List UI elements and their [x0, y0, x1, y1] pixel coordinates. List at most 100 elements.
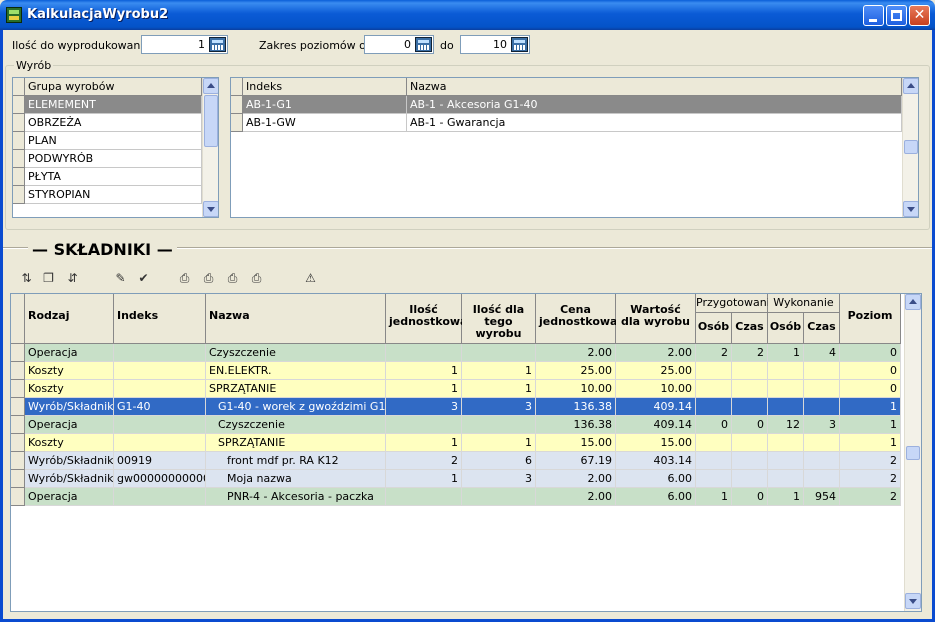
- scroll-thumb[interactable]: [204, 95, 218, 147]
- row-selector[interactable]: [13, 114, 25, 132]
- scroll-thumb[interactable]: [906, 446, 920, 460]
- move-up-icon[interactable]: ⇅: [18, 270, 35, 287]
- cell-w-osob: 12: [768, 416, 804, 434]
- products-scrollbar[interactable]: [902, 78, 918, 217]
- row-selector[interactable]: [13, 132, 25, 150]
- row-selector[interactable]: [11, 362, 25, 380]
- header-w-czas[interactable]: Czas: [804, 313, 840, 344]
- level-from-field[interactable]: 0: [364, 35, 434, 54]
- print-icon-2[interactable]: ⎙: [200, 270, 217, 287]
- cell-indeks: 00919: [114, 452, 206, 470]
- minimize-button[interactable]: [863, 5, 884, 26]
- scroll-down-button[interactable]: [203, 201, 218, 217]
- scroll-down-button[interactable]: [903, 201, 918, 217]
- group-row[interactable]: ELEMEMENT: [13, 96, 202, 114]
- check-icon[interactable]: ✔: [135, 270, 152, 287]
- header-cena[interactable]: Cena jednostkowa: [536, 294, 617, 344]
- copy-icon[interactable]: ❐: [40, 270, 57, 287]
- scroll-up-button[interactable]: [903, 78, 918, 94]
- header-wykonanie[interactable]: Wykonanie: [768, 294, 840, 313]
- group-row[interactable]: PŁYTA: [13, 168, 202, 186]
- level-to-field[interactable]: 10: [460, 35, 530, 54]
- cell-ilosc: 1: [386, 362, 462, 380]
- header-wartosc[interactable]: Wartość dla wyrobu: [616, 294, 696, 344]
- component-row[interactable]: Operacja Czyszczenie 136.38 409.14 0 0 12 3 1: [11, 416, 901, 434]
- product-row[interactable]: AB-1-GW AB-1 - Gwarancja: [231, 114, 902, 132]
- row-selector[interactable]: [11, 488, 25, 506]
- components-scrollbar[interactable]: [904, 294, 921, 611]
- print-icon-3[interactable]: ⎙: [224, 270, 241, 287]
- header-poziom[interactable]: Poziom: [840, 294, 901, 344]
- scroll-up-button[interactable]: [203, 78, 218, 94]
- row-selector[interactable]: [231, 114, 243, 132]
- component-row[interactable]: Koszty SPRZĄTANIE 1 1 10.00 10.00 0: [11, 380, 901, 398]
- header-p-czas[interactable]: Czas: [732, 313, 768, 344]
- component-row[interactable]: Wyrób/Składnik 00919 front mdf pr. RA K12 2…: [11, 452, 901, 470]
- header-indeks[interactable]: Indeks: [114, 294, 206, 344]
- print-icon[interactable]: ⎙: [176, 270, 193, 287]
- row-selector[interactable]: [11, 380, 25, 398]
- calculator-icon[interactable]: [415, 37, 432, 52]
- header-p-osob[interactable]: Osób: [696, 313, 732, 344]
- cell-wartosc: 409.14: [616, 416, 696, 434]
- products-header-nazwa[interactable]: Nazwa: [407, 78, 902, 96]
- title-bar[interactable]: KalkulacjaWyrobu2 ✕: [0, 0, 935, 30]
- qty-label: Ilość do wyprodukowania: [12, 39, 151, 52]
- row-selector[interactable]: [11, 416, 25, 434]
- tool-icon[interactable]: ⚠: [302, 270, 319, 287]
- row-selector[interactable]: [13, 96, 25, 114]
- scroll-thumb[interactable]: [904, 140, 918, 154]
- row-selector[interactable]: [11, 398, 25, 416]
- products-grid[interactable]: Indeks Nazwa AB-1-G1 AB-1 - Akcesoria G1-…: [230, 77, 919, 218]
- print-icon-4[interactable]: ⎙: [248, 270, 265, 287]
- row-selector[interactable]: [11, 470, 25, 488]
- groups-header[interactable]: Grupa wyrobów: [25, 78, 202, 96]
- group-row[interactable]: OBRZEŻA: [13, 114, 202, 132]
- group-row[interactable]: PODWYRÓB: [13, 150, 202, 168]
- groups-grid[interactable]: Grupa wyrobów ELEMEMENT OBRZEŻA PLAN PODWYR…: [12, 77, 219, 218]
- cell-nazwa: Moja nazwa: [206, 470, 386, 488]
- row-selector[interactable]: [11, 434, 25, 452]
- groups-scrollbar[interactable]: [202, 78, 218, 217]
- row-selector[interactable]: [13, 150, 25, 168]
- component-row[interactable]: Wyrób/Składnik G1-40 G1-40 - worek z gwoźd…: [11, 398, 901, 416]
- header-ilosc-dla[interactable]: Ilość dla tego wyrobu: [462, 294, 536, 344]
- move-down-icon[interactable]: ⇵: [64, 270, 81, 287]
- header-ilosc[interactable]: Ilość jednostkowa: [386, 294, 467, 344]
- scroll-down-button[interactable]: [905, 593, 921, 609]
- do-label: do: [440, 39, 454, 52]
- edit-icon[interactable]: ✎: [112, 270, 129, 287]
- cell-wartosc: 409.14: [616, 398, 696, 416]
- header-rodzaj[interactable]: Rodzaj: [25, 294, 114, 344]
- maximize-button[interactable]: [886, 5, 907, 26]
- component-row[interactable]: Wyrób/Składnik gw00000000000 Moja nazwa 1 3 2…: [11, 470, 901, 488]
- cell-ilosc-dla: 6: [462, 452, 536, 470]
- group-row[interactable]: STYROPIAN: [13, 186, 202, 204]
- row-selector[interactable]: [13, 186, 25, 204]
- row-selector[interactable]: [13, 168, 25, 186]
- product-row[interactable]: AB-1-G1 AB-1 - Akcesoria G1-40: [231, 96, 902, 114]
- component-row[interactable]: Koszty EN.ELEKTR. 1 1 25.00 25.00 0: [11, 362, 901, 380]
- cell-p-osob: 0: [696, 416, 732, 434]
- row-selector[interactable]: [11, 344, 25, 362]
- cell-poziom: 1: [840, 398, 901, 416]
- calculator-icon[interactable]: [511, 37, 528, 52]
- group-row[interactable]: PLAN: [13, 132, 202, 150]
- row-selector[interactable]: [231, 96, 243, 114]
- component-row[interactable]: Koszty SPRZĄTANIE 1 1 15.00 15.00 1: [11, 434, 901, 452]
- component-row[interactable]: Operacja Czyszczenie 2.00 2.00 2 2 1 4 0: [11, 344, 901, 362]
- cell-p-osob: [696, 380, 732, 398]
- header-nazwa[interactable]: Nazwa: [206, 294, 386, 344]
- header-w-osob[interactable]: Osób: [768, 313, 804, 344]
- close-button[interactable]: ✕: [909, 5, 930, 26]
- scroll-up-button[interactable]: [905, 294, 921, 310]
- component-row[interactable]: Operacja PNR-4 - Akcesoria - paczka 2.00 6.…: [11, 488, 901, 506]
- header-przygotowanie[interactable]: Przygotowanie: [696, 294, 777, 313]
- components-grid[interactable]: Rodzaj Indeks Nazwa Ilość jednostkowa Il…: [10, 293, 922, 612]
- row-selector[interactable]: [11, 452, 25, 470]
- calculator-icon[interactable]: [209, 37, 226, 52]
- products-header-indeks[interactable]: Indeks: [243, 78, 407, 96]
- cell-wartosc: 25.00: [616, 362, 696, 380]
- maximize-icon: [891, 10, 902, 21]
- qty-field[interactable]: 1: [141, 35, 228, 54]
